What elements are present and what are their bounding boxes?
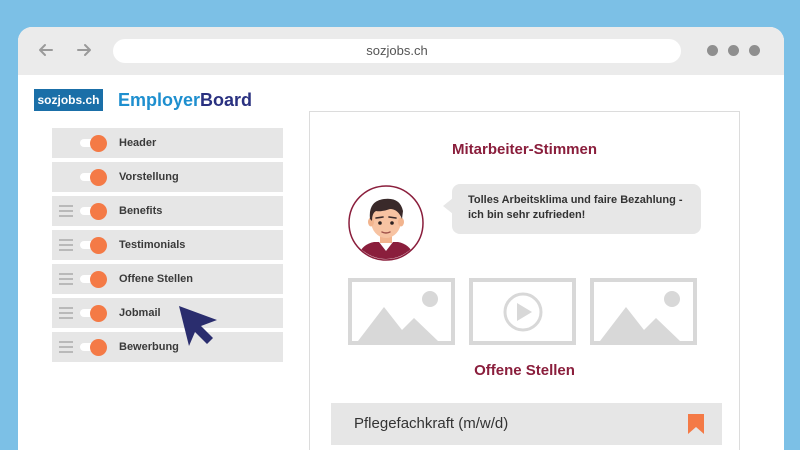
video-play-icon[interactable] xyxy=(469,278,576,345)
module-item[interactable]: Vorstellung xyxy=(52,162,283,192)
module-toggle[interactable] xyxy=(80,339,108,356)
job-title: Pflegefachkraft (m/w/d) xyxy=(354,415,509,432)
module-toggle[interactable] xyxy=(80,271,108,288)
mouse-cursor-icon xyxy=(179,306,217,346)
image-placeholder-icon[interactable] xyxy=(348,278,455,345)
module-label: Header xyxy=(119,137,157,149)
back-arrow-icon[interactable] xyxy=(36,40,56,60)
url-bar[interactable]: sozjobs.ch xyxy=(113,39,681,63)
testimonial-quote-line2: ich bin sehr zufrieden! xyxy=(468,209,586,221)
brand-part-2: Board xyxy=(200,90,253,110)
module-toggle[interactable] xyxy=(80,203,108,220)
image-placeholder-icon[interactable] xyxy=(590,278,697,345)
window-dot[interactable] xyxy=(749,45,760,56)
sozjobs-logo: sozjobs.ch xyxy=(34,89,103,111)
drag-handle-icon[interactable] xyxy=(59,273,73,285)
module-label: Offene Stellen xyxy=(119,273,193,285)
module-label: Benefits xyxy=(119,205,163,217)
module-toggle[interactable] xyxy=(80,169,108,186)
module-item[interactable]: Offene Stellen xyxy=(52,264,283,294)
module-label: Testimonials xyxy=(119,239,186,251)
drag-handle-icon[interactable] xyxy=(59,239,73,251)
forward-arrow-icon[interactable] xyxy=(74,40,94,60)
testimonial-bubble: Tolles Arbeitsklima und faire Bezahlung … xyxy=(443,184,701,234)
module-toggle[interactable] xyxy=(80,305,108,322)
module-label: Bewerbung xyxy=(119,341,179,353)
module-item[interactable]: Testimonials xyxy=(52,230,283,260)
window-dot[interactable] xyxy=(707,45,718,56)
module-item[interactable]: Benefits xyxy=(52,196,283,226)
module-label: Vorstellung xyxy=(119,171,179,183)
open-jobs-title: Offene Stellen xyxy=(474,362,575,379)
module-item[interactable]: Header xyxy=(52,128,283,158)
module-item[interactable]: Jobmail xyxy=(52,298,283,328)
browser-toolbar: sozjobs.ch xyxy=(18,27,784,75)
bookmark-icon[interactable] xyxy=(688,414,704,434)
browser-window: sozjobs.ch sozjobs.ch EmployerBoard Head… xyxy=(18,27,784,450)
brand-part-1: Employer xyxy=(118,90,201,110)
page-preview: Mitarbeiter-Stimmen Tolles Arbeitsklima … xyxy=(309,111,740,450)
drag-handle-icon[interactable] xyxy=(59,307,73,319)
testimonial-quote-line1: Tolles Arbeitsklima und faire Bezahlung … xyxy=(468,194,683,206)
drag-handle-icon[interactable] xyxy=(59,341,73,353)
module-label: Jobmail xyxy=(119,307,161,319)
window-dot[interactable] xyxy=(728,45,739,56)
employerboard-title: EmployerBoard xyxy=(118,89,252,111)
testimonials-title: Mitarbeiter-Stimmen xyxy=(451,141,598,158)
module-toggle[interactable] xyxy=(80,135,108,152)
drag-handle-icon[interactable] xyxy=(59,205,73,217)
avatar xyxy=(348,185,424,261)
module-item[interactable]: Bewerbung xyxy=(52,332,283,362)
module-toggle[interactable] xyxy=(80,237,108,254)
job-listing-row[interactable]: Pflegefachkraft (m/w/d) xyxy=(331,403,722,445)
